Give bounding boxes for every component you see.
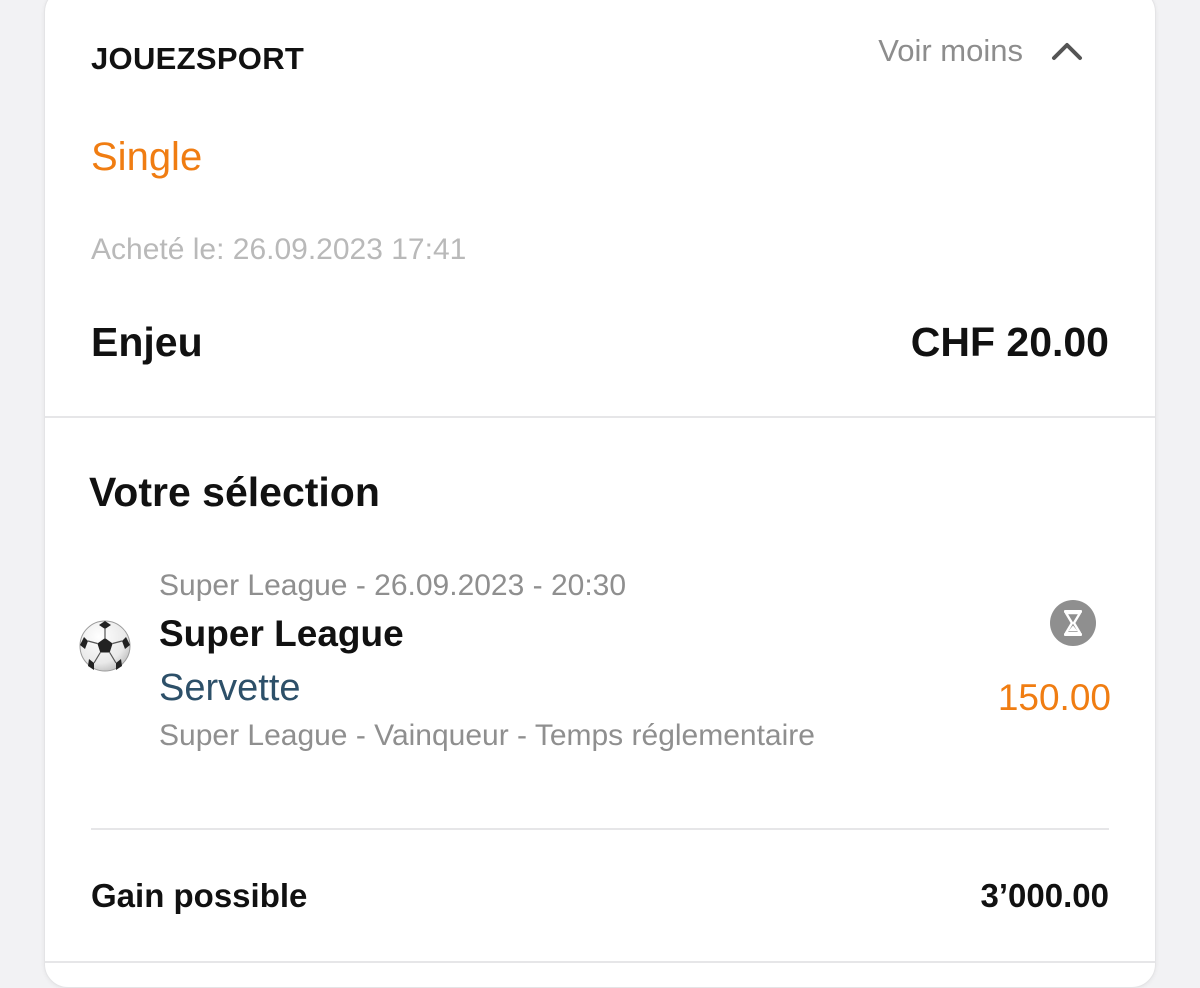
chevron-up-icon xyxy=(1052,43,1082,60)
market-name: Super League - Vainqueur - Temps régleme… xyxy=(159,719,815,752)
odds-value: 150.00 xyxy=(997,677,1111,718)
toggle-label: Voir moins xyxy=(878,33,1023,68)
summary-divider xyxy=(91,828,1109,830)
purchase-date: Acheté le: 26.09.2023 17:41 xyxy=(91,233,467,266)
selected-pick: Servette xyxy=(159,667,301,709)
event-name: Super League xyxy=(159,613,404,654)
possible-gain-label: Gain possible xyxy=(91,877,308,914)
bet-card: JOUEZSPORT Voir moins Single Acheté le: … xyxy=(44,0,1156,988)
hourglass-icon xyxy=(1050,600,1096,646)
possible-gain-value: 3’000.00 xyxy=(980,877,1109,914)
voir-moins-toggle[interactable]: Voir moins xyxy=(878,33,1085,69)
stake-value: CHF 20.00 xyxy=(910,319,1109,365)
selection-title: Votre sélection xyxy=(89,469,380,515)
brand-name: JOUEZSPORT xyxy=(91,41,305,76)
section-divider xyxy=(45,416,1155,418)
bottom-divider xyxy=(45,961,1155,963)
stake-label: Enjeu xyxy=(91,319,203,365)
event-meta: Super League - 26.09.2023 - 20:30 xyxy=(159,569,627,602)
bet-type: Single xyxy=(91,135,203,179)
soccer-ball-icon xyxy=(79,620,131,672)
